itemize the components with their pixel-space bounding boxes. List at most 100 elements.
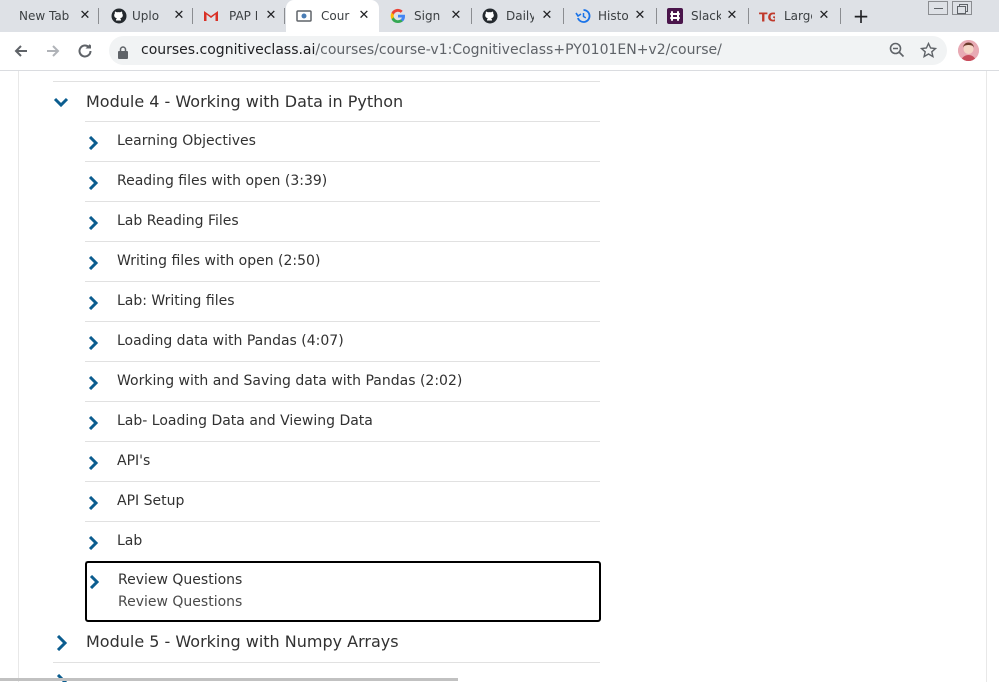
tab-title: Large xyxy=(784,9,812,23)
tab-title: New Tab xyxy=(19,9,70,23)
tab-gmail[interactable]: PAP I ✕ xyxy=(194,0,284,32)
outline-item[interactable]: API's xyxy=(85,442,600,482)
horizontal-scrollbar[interactable] xyxy=(0,678,458,681)
outline-item[interactable]: Lab xyxy=(85,522,600,562)
tab-upload[interactable]: Uplo ✕ xyxy=(102,0,192,32)
outline-item-label: Review Questions xyxy=(118,572,243,588)
new-tab-button[interactable]: + xyxy=(850,6,872,26)
google-icon xyxy=(390,8,406,24)
address-bar[interactable]: courses.cognitiveclass.ai/courses/course… xyxy=(109,36,947,65)
close-icon[interactable]: ✕ xyxy=(357,9,371,23)
close-icon[interactable]: ✕ xyxy=(449,9,463,23)
url-host: courses.cognitiveclass.ai xyxy=(141,42,316,58)
minimize-button[interactable] xyxy=(928,1,948,15)
slack-icon xyxy=(667,8,683,24)
chevron-right-icon xyxy=(88,574,100,590)
tab-separator xyxy=(284,8,285,24)
outline-item-label: Reading files with open (3:39) xyxy=(117,173,328,189)
chevron-right-icon xyxy=(87,535,99,551)
profile-avatar[interactable] xyxy=(958,40,979,61)
svg-text:TG: TG xyxy=(759,9,775,24)
zoom-icon[interactable] xyxy=(889,42,905,58)
content-border-left xyxy=(18,71,19,682)
outline-item[interactable]: Lab Reading Files xyxy=(85,202,600,242)
chevron-right-icon xyxy=(87,215,99,231)
tab-title: Cour xyxy=(321,9,350,23)
chevron-right-icon xyxy=(87,455,99,471)
module-4-title: Module 4 - Working with Data in Python xyxy=(86,92,404,111)
outline-item[interactable]: Lab: Writing files xyxy=(85,282,600,322)
outline-item-label: Working with and Saving data with Pandas… xyxy=(117,373,463,389)
outline-item[interactable]: API Setup xyxy=(85,482,600,522)
tab-title: Daily xyxy=(506,9,534,23)
lock-icon xyxy=(118,44,128,59)
url-path: /courses/course-v1:Cognitiveclass+PY0101… xyxy=(315,42,722,58)
outline-item[interactable]: Lab- Loading Data and Viewing Data xyxy=(85,402,600,442)
outline-item-label: Lab- Loading Data and Viewing Data xyxy=(117,413,373,429)
outline-item-label: Lab xyxy=(117,533,143,549)
tab-separator xyxy=(656,8,657,24)
chevron-right-icon xyxy=(87,295,99,311)
close-icon[interactable]: ✕ xyxy=(633,9,647,23)
tab-large[interactable]: TG Large ✕ xyxy=(750,0,840,32)
tab-separator xyxy=(98,8,99,24)
outline-item-label: API Setup xyxy=(117,493,185,509)
chevron-right-icon xyxy=(53,634,69,652)
content-border-right xyxy=(986,71,987,682)
tab-title: Histo xyxy=(598,9,628,23)
tab-title: Slack xyxy=(691,9,721,23)
gmail-icon xyxy=(203,8,219,24)
chevron-right-icon xyxy=(87,375,99,391)
tab-title: Sign xyxy=(414,9,440,23)
close-icon[interactable]: ✕ xyxy=(78,9,92,23)
close-icon[interactable]: ✕ xyxy=(264,9,278,23)
restore-button[interactable] xyxy=(952,1,972,15)
tab-separator xyxy=(471,8,472,24)
course-outline-page: Module 4 - Working with Data in Python L… xyxy=(0,71,999,682)
github-icon xyxy=(482,8,498,24)
tab-google-sign-in[interactable]: Sign ✕ xyxy=(381,0,471,32)
close-icon[interactable]: ✕ xyxy=(817,9,831,23)
tab-history[interactable]: Histo ✕ xyxy=(566,0,656,32)
module-4-header[interactable]: Module 4 - Working with Data in Python xyxy=(53,83,600,123)
tab-title: PAP I xyxy=(229,9,257,23)
module-5-header[interactable]: Module 5 - Working with Numpy Arrays xyxy=(53,622,600,662)
chevron-down-icon xyxy=(53,94,69,110)
outline-item-review-questions[interactable]: Review Questions Review Questions xyxy=(85,561,601,622)
outline-item[interactable]: Writing files with open (2:50) xyxy=(85,242,600,282)
outline-item-label: Writing files with open (2:50) xyxy=(117,253,321,269)
bookmark-star-icon[interactable] xyxy=(919,40,938,64)
tab-separator xyxy=(840,8,841,24)
back-button[interactable] xyxy=(10,40,32,62)
tab-slack[interactable]: Slack ✕ xyxy=(658,0,748,32)
outline-item[interactable]: Working with and Saving data with Pandas… xyxy=(85,362,600,402)
course-icon xyxy=(296,8,312,24)
module-5-title: Module 5 - Working with Numpy Arrays xyxy=(86,632,399,651)
outline-item[interactable]: Learning Objectives xyxy=(85,122,600,162)
chevron-right-icon xyxy=(87,335,99,351)
chevron-right-icon xyxy=(87,495,99,511)
row-divider xyxy=(53,662,600,663)
tg-icon: TG xyxy=(759,8,775,24)
close-icon[interactable]: ✕ xyxy=(172,9,186,23)
chevron-right-icon xyxy=(87,175,99,191)
chevron-right-icon xyxy=(87,415,99,431)
close-icon[interactable]: ✕ xyxy=(725,9,739,23)
tab-daily[interactable]: Daily ✕ xyxy=(473,0,563,32)
browser-toolbar: courses.cognitiveclass.ai/courses/course… xyxy=(0,32,999,71)
row-divider xyxy=(53,81,600,82)
chevron-right-icon xyxy=(87,255,99,271)
outline-item[interactable]: Reading files with open (3:39) xyxy=(85,162,600,202)
outline-item-subtitle: Review Questions xyxy=(118,594,243,610)
tab-course-active[interactable]: Cour ✕ xyxy=(286,0,379,32)
tab-new-tab[interactable]: New Tab ✕ xyxy=(0,0,98,32)
outline-item-label: Lab Reading Files xyxy=(117,213,239,229)
reload-button[interactable] xyxy=(74,40,96,62)
forward-button[interactable] xyxy=(42,40,64,62)
close-icon[interactable]: ✕ xyxy=(540,9,554,23)
outline-item[interactable]: Loading data with Pandas (4:07) xyxy=(85,322,600,362)
chevron-right-icon xyxy=(87,135,99,151)
tab-title: Uplo xyxy=(132,9,160,23)
tab-separator xyxy=(192,8,193,24)
outline-item-label: Learning Objectives xyxy=(117,133,256,149)
